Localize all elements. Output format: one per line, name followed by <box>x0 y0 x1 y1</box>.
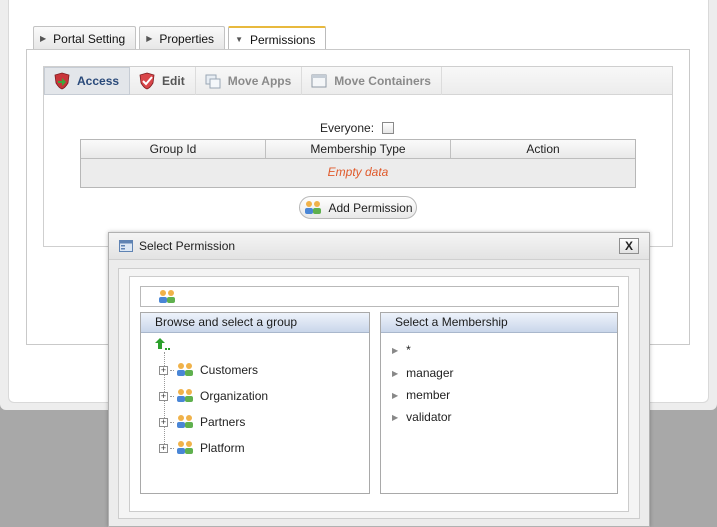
table-header: Group Id Membership Type Action <box>81 140 635 159</box>
tree-item-label: Customers <box>200 363 259 377</box>
tab-properties[interactable]: ▶ Properties <box>139 26 226 50</box>
column-group-id: Group Id <box>81 140 266 158</box>
expand-icon[interactable]: + <box>159 365 168 375</box>
move-containers-icon <box>310 72 328 90</box>
everyone-checkbox[interactable] <box>382 122 395 134</box>
move-apps-label: Move Apps <box>227 73 292 88</box>
group-panel-header: Browse and select a group <box>141 313 369 333</box>
tab-permissions[interactable]: ▼ Permissions <box>228 26 327 51</box>
tree-item-partners[interactable]: + Partners <box>159 412 245 432</box>
caret-down-icon: ▼ <box>235 35 243 44</box>
dialog-title-bar[interactable]: Select Permission X <box>109 233 649 260</box>
move-apps-icon <box>204 72 222 90</box>
membership-item-validator[interactable]: ▶ validator <box>392 410 452 424</box>
shield-edit-icon <box>138 72 156 90</box>
membership-label: validator <box>406 410 452 424</box>
tab-label: Permissions <box>249 32 316 47</box>
access-button[interactable]: Access <box>44 66 131 95</box>
tree-branch-line <box>170 395 174 397</box>
permission-toolbar: Access Edit Move Apps Move Containers <box>44 66 672 95</box>
tree-item-label: Organization <box>200 389 269 403</box>
caret-right-icon: ▶ <box>392 390 399 400</box>
edit-label: Edit <box>162 73 185 88</box>
move-apps-button[interactable]: Move Apps <box>196 66 303 95</box>
caret-right-icon: ▶ <box>146 34 153 43</box>
membership-label: member <box>406 388 451 402</box>
group-icon <box>175 361 195 379</box>
tree-item-label: Partners <box>200 415 246 429</box>
selected-group-path <box>140 286 619 307</box>
expand-icon[interactable]: + <box>159 443 168 453</box>
caret-right-icon: ▶ <box>40 34 47 43</box>
caret-right-icon: ▶ <box>392 412 399 422</box>
membership-label: * <box>406 343 411 357</box>
everyone-row: Everyone: <box>320 121 395 135</box>
edit-button[interactable]: Edit <box>130 66 196 95</box>
move-containers-button[interactable]: Move Containers <box>302 66 442 95</box>
window-icon <box>119 240 133 252</box>
membership-item-member[interactable]: ▶ member <box>392 388 450 402</box>
dialog-title: Select Permission <box>139 239 236 253</box>
add-permission-button[interactable]: Add Permission <box>299 196 417 219</box>
group-icon <box>303 199 323 217</box>
membership-panel-header: Select a Membership <box>381 313 617 333</box>
move-containers-label: Move Containers <box>334 73 431 88</box>
tab-bar: ▶ Portal Setting ▶ Properties ▼ Permissi… <box>33 26 327 51</box>
tree-item-label: Platform <box>200 441 245 455</box>
tree-item-customers[interactable]: + Customers <box>159 360 258 380</box>
expand-icon[interactable]: + <box>159 391 168 401</box>
tree-branch-line <box>170 421 174 423</box>
membership-item-any[interactable]: ▶ * <box>392 343 411 357</box>
add-permission-label: Add Permission <box>328 200 413 215</box>
tree-item-organization[interactable]: + Organization <box>159 386 268 406</box>
group-icon <box>175 439 195 457</box>
group-icon <box>175 413 195 431</box>
expand-icon[interactable]: + <box>159 417 168 427</box>
tab-label: Properties <box>159 31 215 46</box>
membership-item-manager[interactable]: ▶ manager <box>392 366 454 380</box>
tree-branch-line <box>170 447 174 449</box>
level-up-icon[interactable] <box>155 337 171 351</box>
tree-item-platform[interactable]: + Platform <box>159 438 245 458</box>
column-membership-type: Membership Type <box>266 140 451 158</box>
membership-label: manager <box>406 366 454 380</box>
everyone-label: Everyone: <box>320 121 375 135</box>
caret-right-icon: ▶ <box>392 345 399 355</box>
shield-access-icon <box>53 72 71 90</box>
column-action: Action <box>526 142 560 156</box>
tree-branch-line <box>170 369 174 371</box>
access-label: Access <box>77 73 120 88</box>
group-icon <box>175 387 195 405</box>
group-icon <box>157 288 177 306</box>
caret-right-icon: ▶ <box>392 368 399 378</box>
tab-label: Portal Setting <box>53 31 126 46</box>
membership-panel: Select a Membership <box>380 312 618 494</box>
tab-portal-setting[interactable]: ▶ Portal Setting <box>33 26 137 50</box>
close-button[interactable]: X <box>619 238 639 254</box>
permission-table: Group Id Membership Type Action Empty da… <box>80 139 636 188</box>
empty-data-message: Empty data <box>81 159 635 187</box>
